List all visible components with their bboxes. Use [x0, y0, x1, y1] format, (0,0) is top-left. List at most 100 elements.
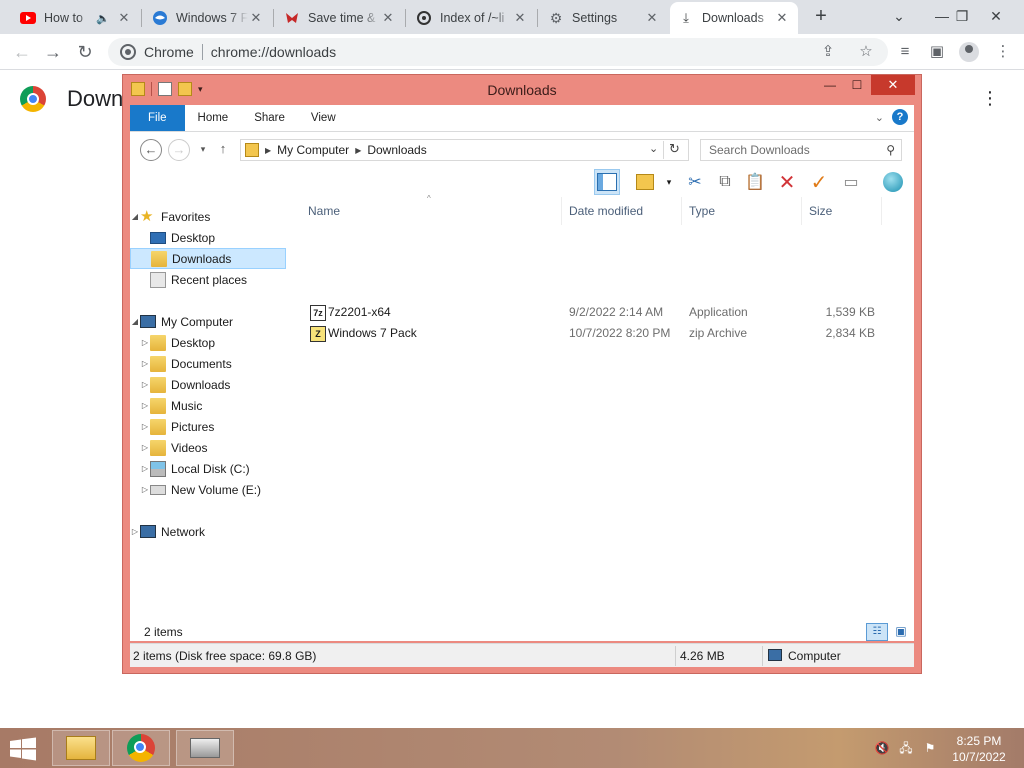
column-header-type[interactable]: Type — [683, 197, 802, 225]
tab-downloads[interactable]: ⤓ Downloads ✕ — [670, 2, 798, 34]
refresh-icon[interactable]: ↻ — [669, 141, 680, 157]
reload-button[interactable]: ↻ — [72, 39, 98, 65]
expand-ribbon-icon[interactable]: ⌄ — [875, 111, 884, 124]
rename-icon[interactable]: ▭ — [838, 169, 864, 195]
column-header-date[interactable]: Date modified — [563, 197, 682, 225]
explorer-address-bar[interactable]: ▶ My Computer ▶ Downloads ⌄ ↻ — [240, 139, 689, 161]
file-row[interactable]: Z Windows 7 Pack 10/7/2022 8:20 PM zip A… — [302, 323, 882, 344]
expand-arrow-icon[interactable]: ▷ — [140, 422, 150, 431]
large-icons-view-button[interactable]: ▣ — [890, 623, 912, 641]
copy-icon[interactable]: ⧉ — [712, 169, 738, 195]
start-button[interactable] — [8, 737, 38, 761]
tab-search-icon[interactable]: ⌄ — [879, 0, 919, 32]
tab-index[interactable]: Index of /~li ✕ — [408, 2, 536, 34]
nav-pc-local-disk[interactable]: ▷ Local Disk (C:) — [130, 458, 286, 479]
address-dropdown-icon[interactable]: ⌄ — [649, 142, 658, 155]
select-folder-icon[interactable] — [632, 169, 658, 195]
preview-pane-button[interactable] — [594, 169, 620, 195]
address-bar[interactable]: Chrome chrome://downloads ⇪ ☆ — [108, 38, 888, 66]
search-downloads-input[interactable]: Search Downloads ⚲ — [700, 139, 902, 161]
breadcrumb-my-computer[interactable]: My Computer — [273, 143, 353, 157]
tab-youtube[interactable]: How to 🔈 ✕ — [12, 2, 140, 34]
action-center-icon[interactable]: ⚑ — [922, 740, 938, 756]
taskbar-clock[interactable]: 8:25 PM 10/7/2022 — [944, 733, 1014, 765]
close-tab-icon[interactable]: ✕ — [116, 10, 132, 26]
browser-menu-icon[interactable]: ⋮ — [990, 39, 1016, 65]
expand-arrow-icon[interactable]: ▷ — [140, 485, 150, 494]
taskbar-chrome[interactable] — [112, 730, 170, 766]
paste-icon[interactable]: 📋 — [742, 169, 768, 195]
tab-settings[interactable]: ⚙ Settings ✕ — [540, 2, 668, 34]
nav-favorites[interactable]: ◢ ★ Favorites — [130, 206, 286, 227]
expand-arrow-icon[interactable]: ▷ — [130, 527, 140, 536]
expand-arrow-icon[interactable]: ▷ — [140, 338, 150, 347]
expand-arrow-icon[interactable]: ▷ — [140, 380, 150, 389]
tab-save-time[interactable]: Save time & ✕ — [276, 2, 404, 34]
nav-fav-recent-places[interactable]: Recent places — [130, 269, 286, 290]
forward-button[interactable]: → — [40, 39, 66, 65]
close-tab-icon[interactable]: ✕ — [644, 10, 660, 26]
globe-icon[interactable] — [880, 169, 906, 195]
expand-arrow-icon[interactable]: ▷ — [140, 359, 150, 368]
side-panel-icon[interactable]: ▣ — [924, 39, 950, 65]
nav-network[interactable]: ▷ Network — [130, 521, 286, 542]
view-options-dropdown-icon[interactable]: ▾ — [656, 169, 682, 195]
breadcrumb-arrow-icon[interactable]: ▶ — [353, 146, 363, 155]
nav-pc-pictures[interactable]: ▷ Pictures — [130, 416, 286, 437]
reading-list-icon[interactable]: ≡ — [892, 39, 918, 65]
expand-arrow-icon[interactable]: ▷ — [140, 401, 150, 410]
checkmark-icon[interactable]: ✓ — [806, 169, 832, 195]
expand-arrow-icon[interactable]: ▷ — [140, 443, 150, 452]
ribbon-tab-home[interactable]: Home — [185, 105, 242, 131]
explorer-titlebar[interactable]: ▾ Downloads — ☐ ✕ — [123, 75, 921, 105]
column-header-size[interactable]: Size — [803, 197, 882, 225]
expand-arrow-icon[interactable]: ▷ — [140, 464, 150, 473]
search-icon[interactable]: ⚲ — [886, 140, 895, 160]
close-tab-icon[interactable]: ✕ — [512, 10, 528, 26]
ribbon-tab-view[interactable]: View — [298, 105, 349, 131]
close-tab-icon[interactable]: ✕ — [248, 10, 264, 26]
bookmark-star-icon[interactable]: ☆ — [852, 38, 880, 66]
collapse-arrow-icon[interactable]: ◢ — [130, 317, 140, 326]
breadcrumb-downloads[interactable]: Downloads — [363, 143, 430, 157]
share-icon[interactable]: ⇪ — [814, 38, 842, 66]
nav-pc-downloads[interactable]: ▷ Downloads — [130, 374, 286, 395]
taskbar-file-explorer[interactable] — [52, 730, 110, 766]
close-tab-icon[interactable]: ✕ — [380, 10, 396, 26]
taskbar-app[interactable] — [176, 730, 234, 766]
back-button[interactable]: ← — [9, 39, 35, 65]
nav-pc-videos[interactable]: ▷ Videos — [130, 437, 286, 458]
explorer-maximize-button[interactable]: ☐ — [844, 75, 870, 95]
breadcrumb-arrow-icon[interactable]: ▶ — [263, 146, 273, 155]
nav-pc-new-volume[interactable]: ▷ New Volume (E:) — [130, 479, 286, 500]
explorer-minimize-button[interactable]: — — [817, 75, 843, 95]
collapse-arrow-icon[interactable]: ◢ — [130, 212, 140, 221]
nav-pc-documents[interactable]: ▷ Documents — [130, 353, 286, 374]
nav-fav-downloads[interactable]: Downloads — [130, 248, 286, 269]
ribbon-tab-share[interactable]: Share — [241, 105, 298, 131]
volume-muted-icon[interactable]: 🔇 — [874, 740, 890, 756]
delete-icon[interactable]: ✕ — [774, 169, 800, 195]
nav-my-computer[interactable]: ◢ My Computer — [130, 311, 286, 332]
up-button[interactable]: ↑ — [212, 139, 234, 161]
ribbon-tab-file[interactable]: File — [130, 105, 185, 131]
explorer-close-button[interactable]: ✕ — [871, 75, 915, 95]
close-window-button[interactable]: ✕ — [976, 0, 1016, 32]
recent-locations-icon[interactable]: ▾ — [192, 139, 214, 161]
profile-avatar[interactable] — [956, 39, 982, 65]
close-tab-icon[interactable]: ✕ — [774, 10, 790, 26]
tab-windows7[interactable]: Windows 7 F ✕ — [144, 2, 272, 34]
column-header-name[interactable]: Name — [302, 197, 562, 225]
page-menu-icon[interactable]: ⋮ — [980, 88, 1000, 109]
details-view-button[interactable]: ☷ — [866, 623, 888, 641]
cut-icon[interactable]: ✂ — [682, 169, 708, 195]
network-tray-icon[interactable]: 🖧 — [898, 740, 914, 756]
explorer-forward-button[interactable]: → — [168, 139, 190, 161]
file-row[interactable]: 7z 7z2201-x64 9/2/2022 2:14 AM Applicati… — [302, 302, 882, 323]
nav-pc-music[interactable]: ▷ Music — [130, 395, 286, 416]
explorer-back-button[interactable]: ← — [140, 139, 162, 161]
help-icon[interactable]: ? — [892, 109, 908, 125]
new-tab-button[interactable]: + — [810, 6, 832, 28]
nav-fav-desktop[interactable]: Desktop — [130, 227, 286, 248]
speaker-icon[interactable]: 🔈 — [96, 12, 110, 25]
